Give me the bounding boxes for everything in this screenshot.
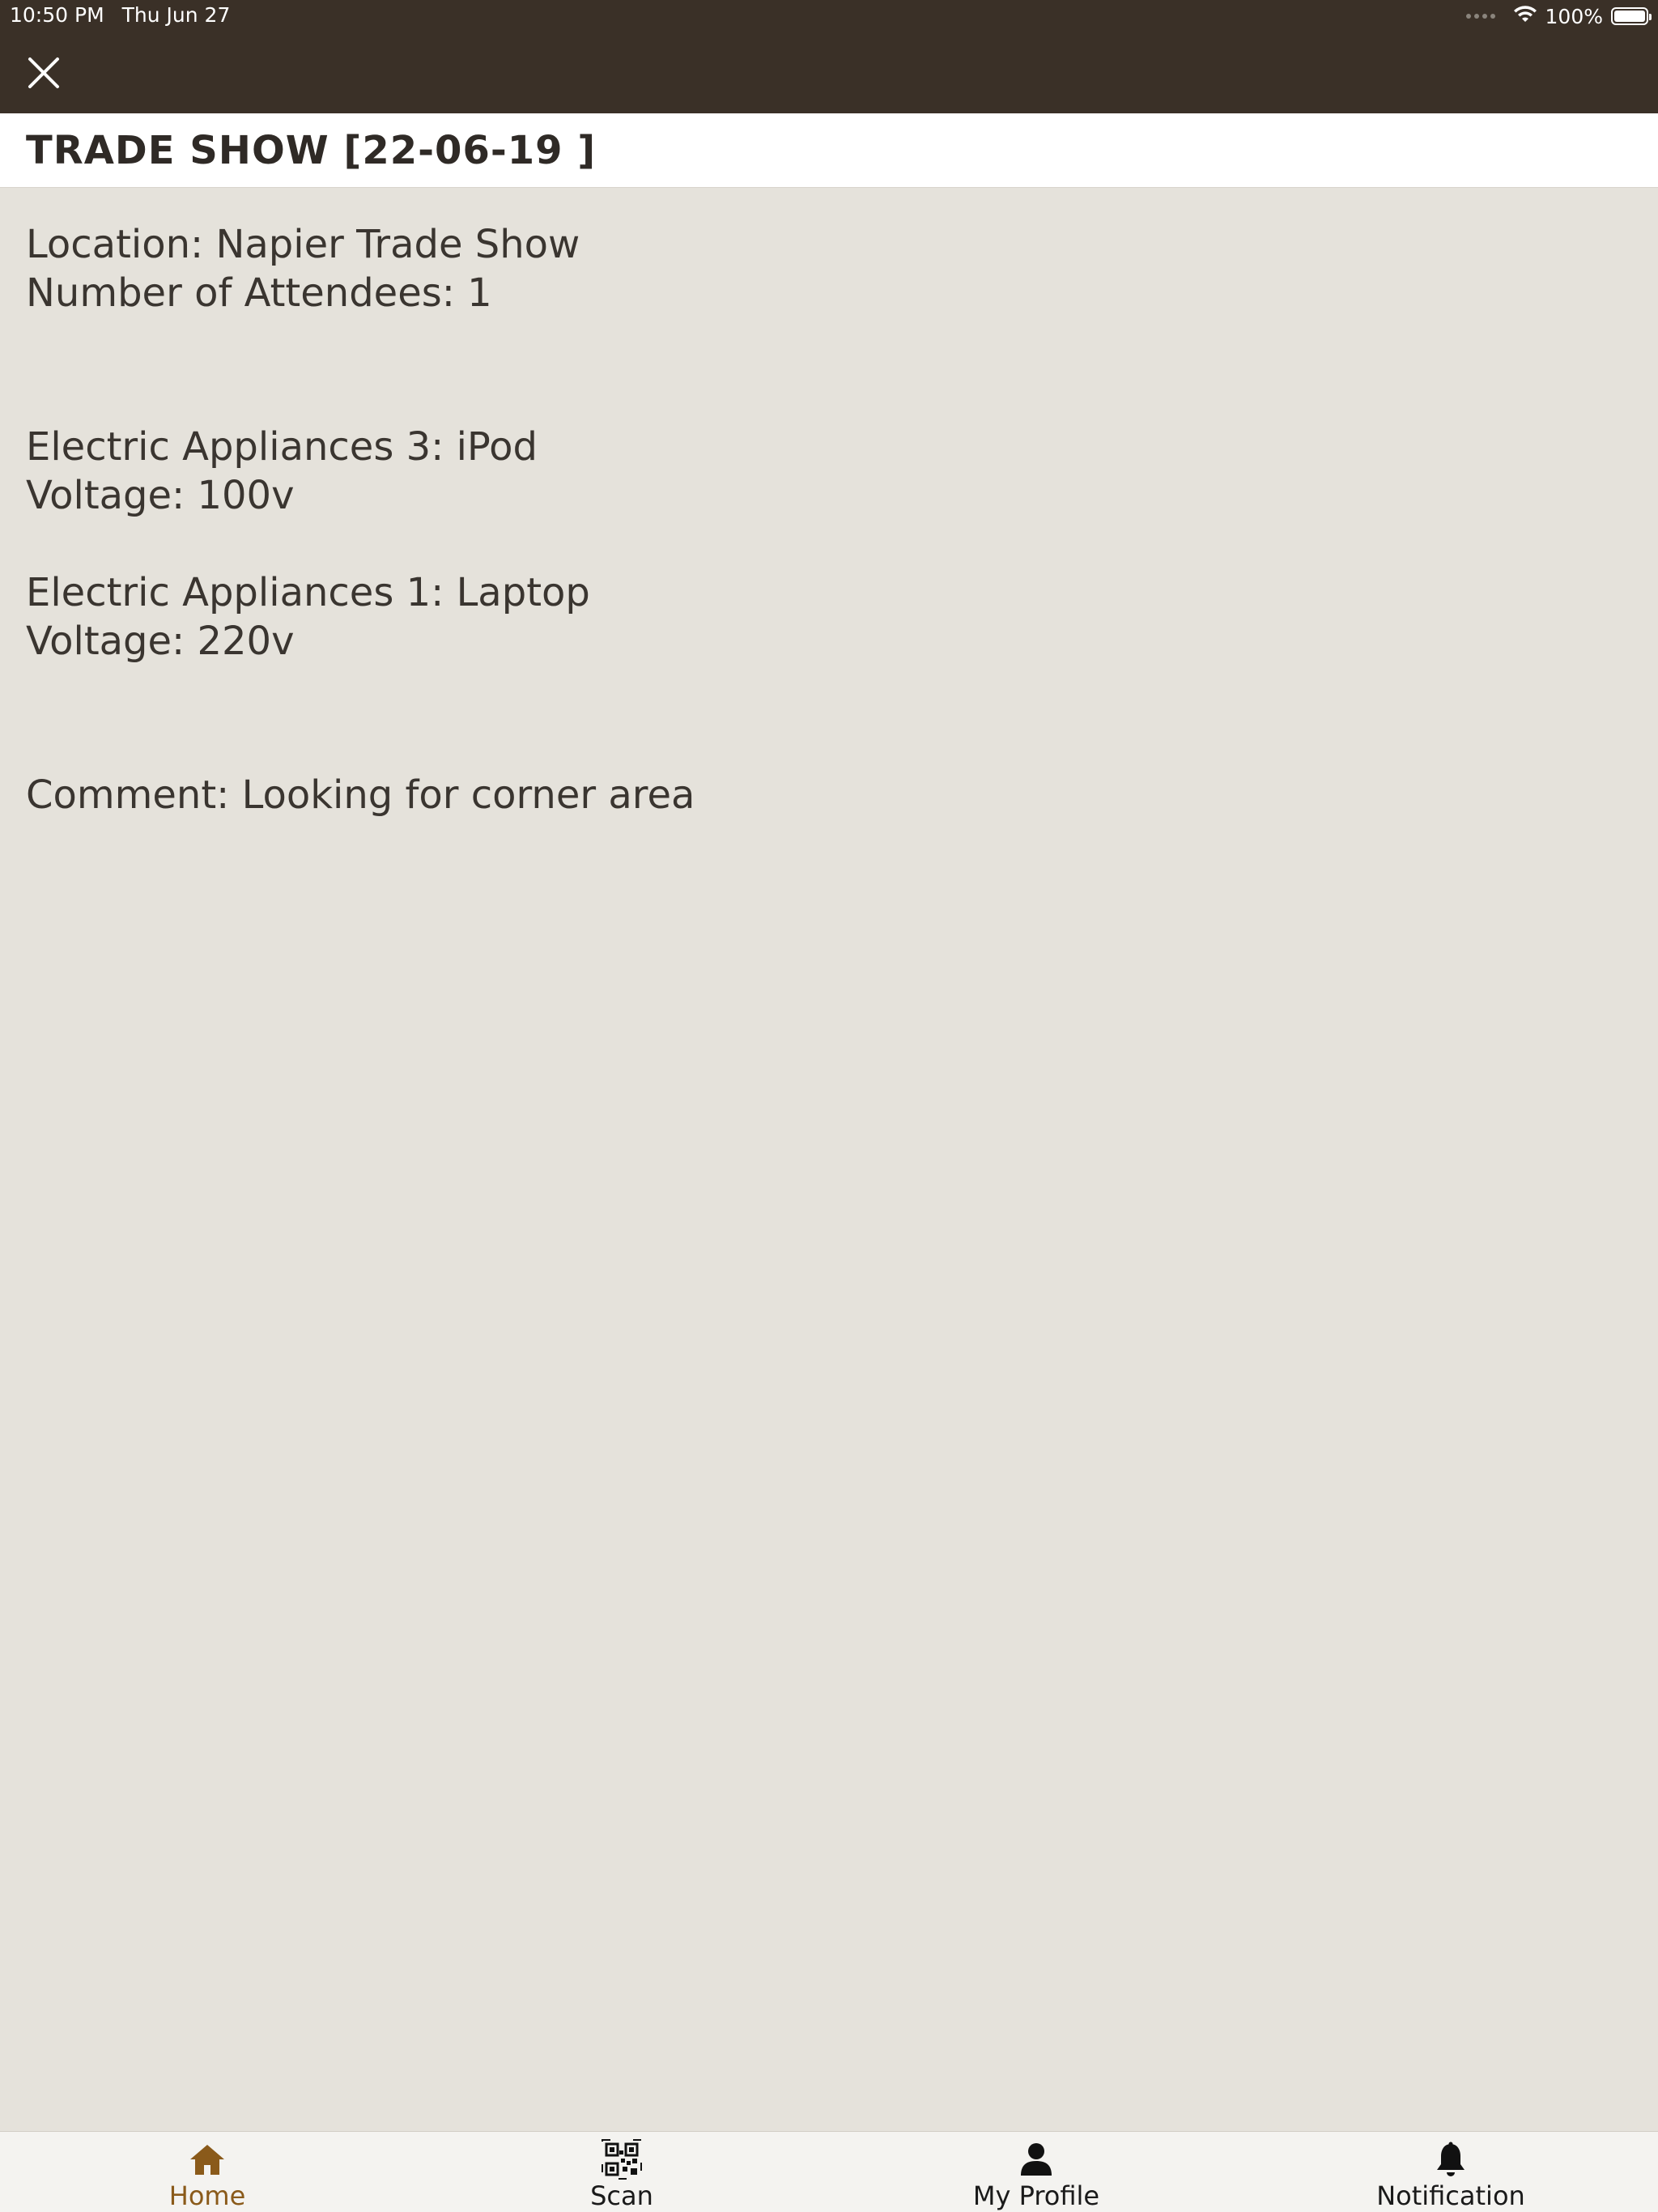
status-date: Thu Jun 27 — [121, 3, 231, 27]
top-bar: 10:50 PM Thu Jun 27 100% — [0, 0, 1658, 113]
title-bar: TRADE SHOW [22-06-19 ] — [0, 113, 1658, 188]
home-icon — [186, 2140, 228, 2179]
tab-label: Notification — [1376, 2180, 1525, 2211]
appliance-name: Electric Appliances 3: iPod — [26, 424, 538, 470]
battery-icon — [1611, 7, 1652, 25]
event-details: Location: Napier Trade Show Number of At… — [26, 220, 1629, 819]
appliance-item: Electric Appliances 3: iPod Voltage: 100… — [26, 423, 1629, 520]
tab-scan[interactable]: Scan — [414, 2132, 829, 2212]
bottom-tab-bar: Home Scan My Profile Notification — [0, 2131, 1658, 2212]
wifi-icon — [1513, 5, 1537, 28]
status-bar-right: 100% — [1465, 3, 1652, 29]
tab-home[interactable]: Home — [0, 2132, 414, 2212]
appliance-name: Electric Appliances 1: Laptop — [26, 570, 590, 615]
tab-label: Home — [168, 2180, 246, 2211]
attendees-text: Number of Attendees: 1 — [26, 270, 492, 316]
appliance-item: Electric Appliances 1: Laptop Voltage: 2… — [26, 568, 1629, 666]
appliance-voltage: Voltage: 100v — [26, 473, 295, 518]
battery-percentage: 100% — [1545, 4, 1603, 28]
status-time: 10:50 PM — [10, 3, 104, 27]
bell-icon — [1430, 2140, 1472, 2179]
app-root: 10:50 PM Thu Jun 27 100% TRADE SHOW [22-0… — [0, 0, 1658, 2212]
tab-label: My Profile — [972, 2180, 1100, 2211]
location-text: Location: Napier Trade Show — [26, 222, 580, 267]
close-button[interactable] — [21, 50, 66, 96]
status-bar-left: 10:50 PM Thu Jun 27 — [10, 3, 230, 27]
close-icon — [28, 57, 59, 88]
qr-code-icon — [601, 2139, 643, 2180]
appliance-voltage: Voltage: 220v — [26, 619, 295, 664]
tab-notification[interactable]: Notification — [1244, 2132, 1658, 2212]
person-icon — [1015, 2140, 1057, 2179]
cellular-signal-icon — [1465, 14, 1495, 19]
tab-my-profile[interactable]: My Profile — [829, 2132, 1244, 2212]
tab-label: Scan — [590, 2180, 653, 2211]
page-title: TRADE SHOW [22-06-19 ] — [26, 128, 597, 173]
comment-text: Comment: Looking for corner area — [26, 772, 695, 818]
